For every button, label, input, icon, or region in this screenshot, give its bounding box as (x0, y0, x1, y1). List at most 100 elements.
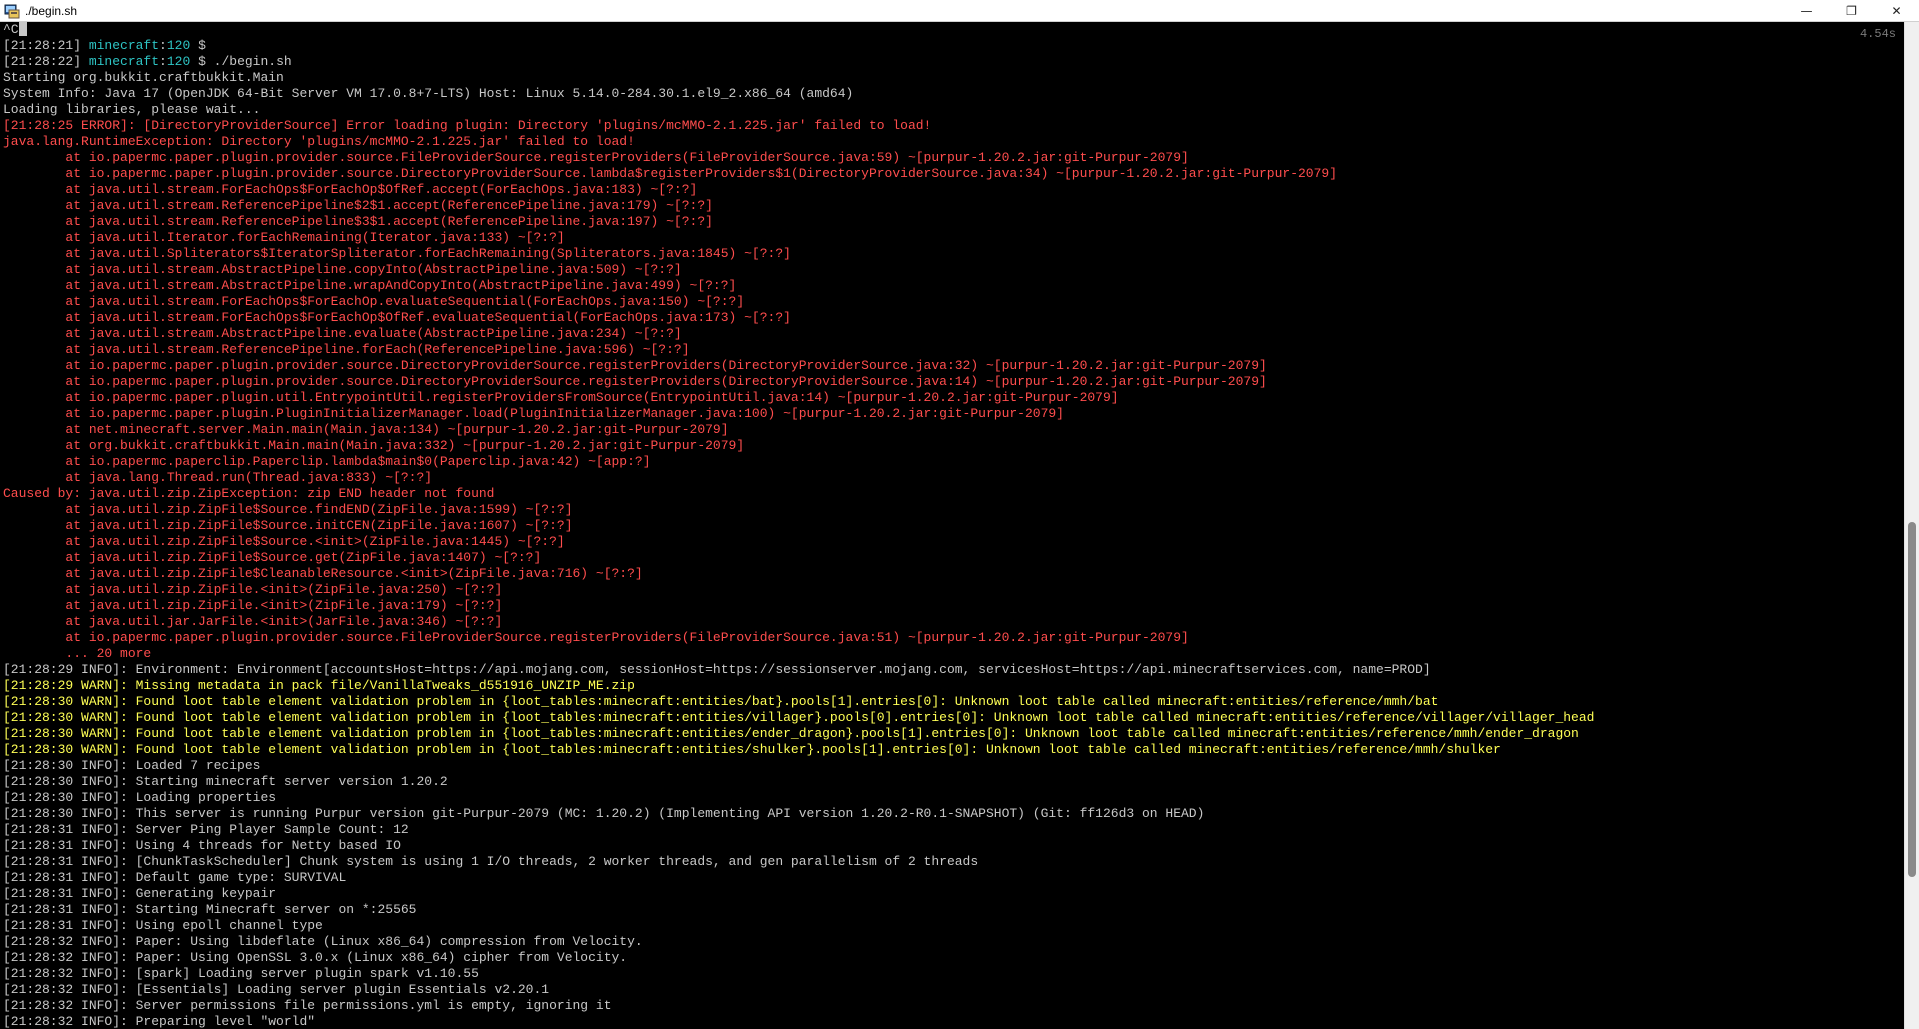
log-line: [21:28:32 INFO]: Paper: Using libdeflate… (0, 934, 1904, 950)
log-segment: [21:28:32 INFO]: Preparing level "world" (3, 1014, 316, 1029)
log-segment: at java.util.zip.ZipFile$Source.get(ZipF… (3, 550, 542, 565)
log-line: at java.util.zip.ZipFile$Source.<init>(Z… (0, 534, 1904, 550)
log-line: [21:28:30 INFO]: This server is running … (0, 806, 1904, 822)
log-segment: at java.util.stream.ForEachOps$ForEachOp… (3, 182, 698, 197)
log-segment: [21:28:30 INFO]: Loading properties (3, 790, 277, 805)
terminal-output[interactable]: ^C [21:28:21] minecraft:120 $ [21:28:22] … (0, 22, 1904, 1029)
log-line: [21:28:32 INFO]: Server permissions file… (0, 998, 1904, 1014)
log-segment: [21:28:31 INFO]: Default game type: SURV… (3, 870, 347, 885)
log-segment: java.lang.RuntimeException: Directory 'p… (3, 134, 635, 149)
log-segment: at io.papermc.paperclip.Paperclip.lambda… (3, 454, 651, 469)
log-line: Starting org.bukkit.craftbukkit.Main (0, 70, 1904, 86)
log-line: [21:28:31 INFO]: Default game type: SURV… (0, 870, 1904, 886)
log-segment: at java.util.stream.ReferencePipeline.fo… (3, 342, 690, 357)
log-segment: at java.util.zip.ZipFile$Source.findEND(… (3, 502, 573, 517)
log-segment: [21:28:32 INFO]: [Essentials] Loading se… (3, 982, 550, 997)
log-line: at io.papermc.paper.plugin.provider.sour… (0, 358, 1904, 374)
log-segment: Caused by: java.util.zip.ZipException: z… (3, 486, 495, 501)
scrollbar-thumb[interactable] (1908, 522, 1916, 877)
log-line: [21:28:30 WARN]: Found loot table elemen… (0, 694, 1904, 710)
window-controls: — ❐ ✕ (1784, 0, 1919, 22)
log-line: [21:28:31 INFO]: Using epoll channel typ… (0, 918, 1904, 934)
log-segment: [21:28:29 WARN]: Missing metadata in pac… (3, 678, 635, 693)
log-segment: [21:28:30 INFO]: Starting minecraft serv… (3, 774, 448, 789)
log-line: at java.util.zip.ZipFile.<init>(ZipFile.… (0, 582, 1904, 598)
log-line: at io.papermc.paper.plugin.provider.sour… (0, 374, 1904, 390)
log-line: at io.papermc.paperclip.Paperclip.lambda… (0, 454, 1904, 470)
log-line: [21:28:30 WARN]: Found loot table elemen… (0, 710, 1904, 726)
log-line: at java.util.Iterator.forEachRemaining(I… (0, 230, 1904, 246)
log-line: Loading libraries, please wait... (0, 102, 1904, 118)
log-segment: at io.papermc.paper.plugin.provider.sour… (3, 150, 1189, 165)
terminal-app-icon (3, 2, 21, 20)
log-line: at java.util.zip.ZipFile$Source.get(ZipF… (0, 550, 1904, 566)
log-segment: [21:28:31 INFO]: [ChunkTaskScheduler] Ch… (3, 854, 979, 869)
log-lines: [21:28:21] minecraft:120 $ [21:28:22] min… (0, 38, 1904, 1029)
text-cursor (18, 22, 27, 36)
log-segment: [21:28:32 INFO]: [spark] Loading server … (3, 966, 479, 981)
log-segment: [21:28:22] (3, 54, 89, 69)
log-line: [21:28:30 WARN]: Found loot table elemen… (0, 742, 1904, 758)
log-line: [21:28:25 ERROR]: [DirectoryProviderSour… (0, 118, 1904, 134)
log-segment: $ (190, 38, 206, 53)
log-line: at org.bukkit.craftbukkit.Main.main(Main… (0, 438, 1904, 454)
log-segment: at java.util.zip.ZipFile$Source.<init>(Z… (3, 534, 565, 549)
log-segment: Starting org.bukkit.craftbukkit.Main (3, 70, 284, 85)
log-line: [21:28:31 INFO]: Starting Minecraft serv… (0, 902, 1904, 918)
log-line: [21:28:30 INFO]: Loaded 7 recipes (0, 758, 1904, 774)
log-line: [21:28:32 INFO]: [spark] Loading server … (0, 966, 1904, 982)
log-line: at java.util.stream.ReferencePipeline.fo… (0, 342, 1904, 358)
log-line: [21:28:32 INFO]: [Essentials] Loading se… (0, 982, 1904, 998)
log-line: [21:28:31 INFO]: Generating keypair (0, 886, 1904, 902)
log-line: at java.util.zip.ZipFile$Source.initCEN(… (0, 518, 1904, 534)
log-segment: $ ./begin.sh (190, 54, 292, 69)
log-segment: minecraft (88, 54, 160, 69)
log-segment: [21:28:32 INFO]: Paper: Using OpenSSL 3.… (3, 950, 628, 965)
log-line: at java.lang.Thread.run(Thread.java:833)… (0, 470, 1904, 486)
maximize-button[interactable]: ❐ (1829, 0, 1874, 22)
log-segment: [21:28:30 INFO]: This server is running … (3, 806, 1205, 821)
minimize-button[interactable]: — (1784, 0, 1829, 22)
log-line: at io.papermc.paper.plugin.provider.sour… (0, 166, 1904, 182)
log-segment: at java.util.Iterator.forEachRemaining(I… (3, 230, 565, 245)
log-segment: at java.lang.Thread.run(Thread.java:833)… (3, 470, 433, 485)
log-segment: Loading libraries, please wait... (3, 102, 261, 117)
log-segment: 120 (166, 54, 191, 69)
log-line: at net.minecraft.server.Main.main(Main.j… (0, 422, 1904, 438)
log-segment: [21:28:30 WARN]: Found loot table elemen… (3, 726, 1579, 741)
log-segment: at io.papermc.paper.plugin.util.Entrypoi… (3, 390, 1119, 405)
log-line: [21:28:31 INFO]: Server Ping Player Samp… (0, 822, 1904, 838)
terminal-window: ./begin.sh — ❐ ✕ ^C [21:28:21] minecraft… (0, 0, 1919, 1029)
log-segment: [21:28:31 INFO]: Starting Minecraft serv… (3, 902, 417, 917)
log-line: at java.util.stream.ForEachOps$ForEachOp… (0, 294, 1904, 310)
window-title: ./begin.sh (25, 3, 78, 18)
log-segment: at java.util.zip.ZipFile.<init>(ZipFile.… (3, 598, 503, 613)
log-line: [21:28:29 INFO]: Environment: Environmen… (0, 662, 1904, 678)
vertical-scrollbar[interactable] (1904, 22, 1919, 1029)
log-segment: [21:28:31 INFO]: Server Ping Player Samp… (3, 822, 409, 837)
log-line: at java.util.stream.AbstractPipeline.eva… (0, 326, 1904, 342)
log-segment: [21:28:31 INFO]: Using 4 threads for Net… (3, 838, 401, 853)
log-segment: [21:28:25 ERROR]: [DirectoryProviderSour… (3, 118, 932, 133)
log-segment: [21:28:30 WARN]: Found loot table elemen… (3, 742, 1501, 757)
log-segment: at io.papermc.paper.plugin.provider.sour… (3, 374, 1267, 389)
log-segment: at java.util.jar.JarFile.<init>(JarFile.… (3, 614, 503, 629)
title-bar[interactable]: ./begin.sh — ❐ ✕ (0, 0, 1919, 22)
log-line: at java.util.stream.AbstractPipeline.wra… (0, 278, 1904, 294)
log-segment: at net.minecraft.server.Main.main(Main.j… (3, 422, 729, 437)
log-line: [21:28:31 INFO]: Using 4 threads for Net… (0, 838, 1904, 854)
log-segment: : (159, 38, 167, 53)
log-line: at java.util.stream.AbstractPipeline.cop… (0, 262, 1904, 278)
log-line: [21:28:30 INFO]: Starting minecraft serv… (0, 774, 1904, 790)
log-line: Caused by: java.util.zip.ZipException: z… (0, 486, 1904, 502)
log-segment: [21:28:29 INFO]: Environment: Environmen… (3, 662, 1431, 677)
log-segment: at java.util.stream.ReferencePipeline$3$… (3, 214, 713, 229)
log-segment: [21:28:31 INFO]: Using epoll channel typ… (3, 918, 323, 933)
log-segment: at java.util.stream.AbstractPipeline.eva… (3, 326, 682, 341)
close-button[interactable]: ✕ (1874, 0, 1919, 22)
log-segment: [21:28:30 INFO]: Loaded 7 recipes (3, 758, 261, 773)
log-line: ... 20 more (0, 646, 1904, 662)
log-segment: minecraft (88, 38, 160, 53)
log-segment: at org.bukkit.craftbukkit.Main.main(Main… (3, 438, 745, 453)
log-segment: [21:28:32 INFO]: Paper: Using libdeflate… (3, 934, 643, 949)
